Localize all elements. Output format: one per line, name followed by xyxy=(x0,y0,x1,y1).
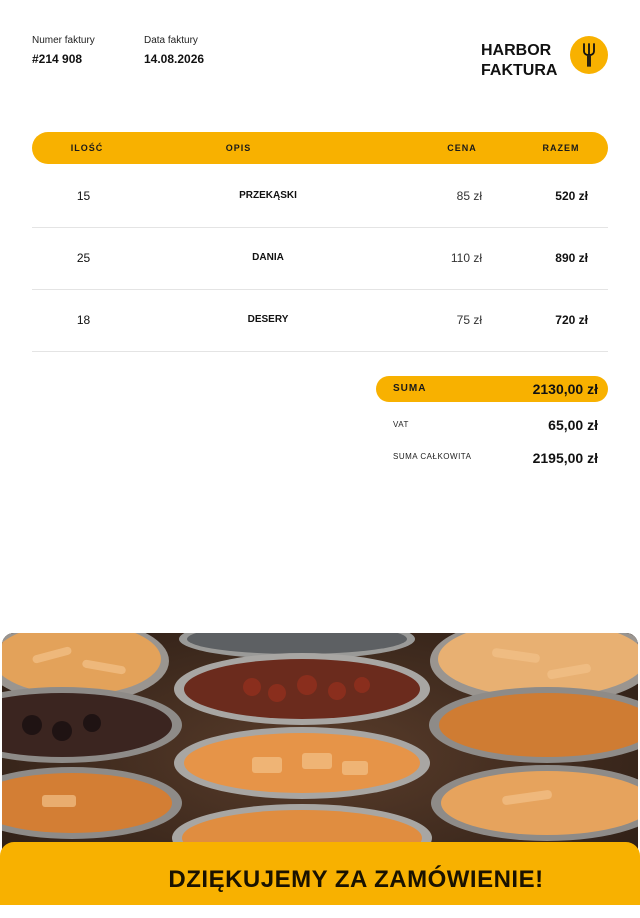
subtotal-value: 2130,00 zł xyxy=(532,381,598,397)
brand-line-2: FAKTURA xyxy=(481,62,558,79)
invoice-date-value: 14.08.2026 xyxy=(144,52,205,66)
row-desc: PRZEKĄSKI xyxy=(239,190,297,201)
row-qty: 18 xyxy=(76,313,91,327)
table-row: 18 DESERY 75 zł 720 zł xyxy=(32,289,608,352)
vat-value: 65,00 zł xyxy=(548,417,598,433)
header-price: CENA xyxy=(447,143,477,153)
invoice-number-value: #214 908 xyxy=(32,52,83,66)
row-desc: DANIA xyxy=(252,252,284,263)
row-qty: 25 xyxy=(76,251,91,265)
grand-total-label: SUMA CAŁKOWITA xyxy=(393,452,472,461)
header-qty: ILOŚĆ xyxy=(70,143,104,153)
logo xyxy=(570,36,608,74)
subtotal-label: SUMA xyxy=(393,383,427,394)
brand-line-1: HARBOR xyxy=(481,42,552,59)
row-total: 520 zł xyxy=(555,189,588,203)
row-desc: DESERY xyxy=(247,314,289,325)
table-row: 15 PRZEKĄSKI 85 zł 520 zł xyxy=(32,165,608,228)
thank-you-message: DZIĘKUJEMY ZA ZAMÓWIENIE! xyxy=(168,866,544,893)
table-header: ILOŚĆ OPIS CENA RAZEM xyxy=(32,132,608,164)
footer-banner: DZIĘKUJEMY ZA ZAMÓWIENIE! xyxy=(0,842,640,905)
brand-title: HARBOR FAKTURA xyxy=(481,41,557,81)
row-total: 720 zł xyxy=(555,313,588,327)
row-price: 85 zł xyxy=(456,189,482,203)
row-qty: 15 xyxy=(76,189,91,203)
invoice-number-label: Numer faktury xyxy=(32,35,95,46)
header-total: RAZEM xyxy=(542,143,580,153)
vat-label: VAT xyxy=(393,420,409,429)
row-price: 75 zł xyxy=(456,313,482,327)
subtotal-bar: SUMA 2130,00 zł xyxy=(376,376,608,402)
header-desc: OPIS xyxy=(225,143,252,153)
row-price: 110 zł xyxy=(450,251,482,265)
table-row: 25 DANIA 110 zł 890 zł xyxy=(32,227,608,290)
grand-total-value: 2195,00 zł xyxy=(532,450,598,466)
fork-icon xyxy=(583,43,595,67)
invoice-date-label: Data faktury xyxy=(144,35,198,46)
row-total: 890 zł xyxy=(555,251,588,265)
